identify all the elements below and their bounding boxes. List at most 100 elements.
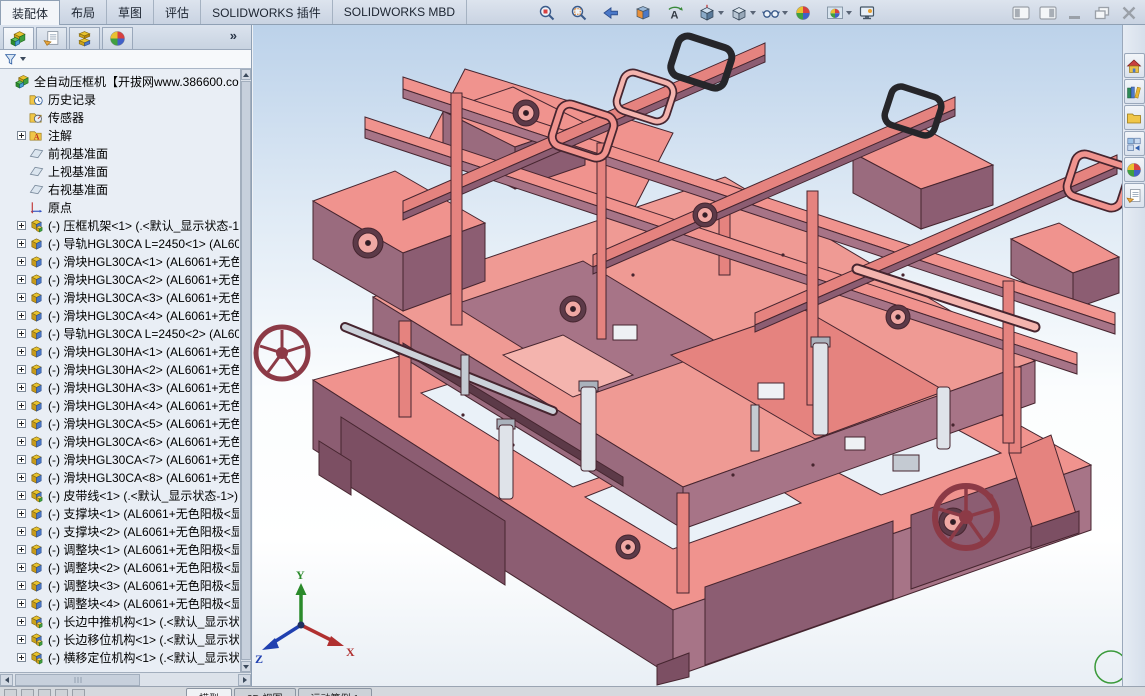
expand-toggle-icon[interactable] <box>17 257 26 266</box>
expand-toggle-icon[interactable] <box>17 635 26 644</box>
tree-item[interactable]: (-) 导轨HGL30CA L=2450<1> (AL60 <box>3 234 239 252</box>
tree-item[interactable]: (-) 滑块HGL30CA<2> (AL6061+无色 <box>3 270 239 288</box>
tree-item[interactable]: (-) 滑块HGL30CA<1> (AL6061+无色 <box>3 252 239 270</box>
heads-up-button[interactable] <box>599 1 631 24</box>
expand-toggle-icon[interactable] <box>17 311 26 320</box>
tree-item[interactable]: (-) 调整块<2> (AL6061+无色阳极<显 <box>3 558 239 576</box>
heads-up-button[interactable] <box>855 1 887 24</box>
expand-toggle-icon[interactable] <box>17 545 26 554</box>
heads-up-button[interactable] <box>695 1 727 24</box>
scroll-down-button[interactable] <box>241 661 251 672</box>
ribbon-tab[interactable]: SOLIDWORKS MBD <box>333 0 467 24</box>
file-explorer-button[interactable] <box>1124 105 1145 130</box>
tab-scroll-first[interactable] <box>21 689 34 696</box>
expand-toggle-icon[interactable] <box>17 347 26 356</box>
panel-expand-chevron[interactable]: » <box>230 28 237 43</box>
propertymanager-tab[interactable] <box>36 27 67 49</box>
tree-item[interactable]: (-) 滑块HGL30CA<8> (AL6061+无色 <box>3 468 239 486</box>
scroll-right-button[interactable] <box>238 674 251 686</box>
heads-up-button[interactable] <box>535 1 567 24</box>
dropdown-caret-icon[interactable] <box>718 11 724 15</box>
configurationmanager-tab[interactable] <box>69 27 100 49</box>
heads-up-button[interactable] <box>567 1 599 24</box>
tree-item[interactable]: (-) 滑块HGL30CA<5> (AL6061+无色 <box>3 414 239 432</box>
heads-up-button[interactable] <box>823 1 855 24</box>
tree-item[interactable]: 历史记录 <box>3 90 239 108</box>
expand-toggle-icon[interactable] <box>17 455 26 464</box>
view-palette-button[interactable] <box>1124 131 1145 156</box>
tree-item[interactable]: (-) 调整块<4> (AL6061+无色阳极<显 <box>3 594 239 612</box>
expand-toggle-icon[interactable] <box>17 527 26 536</box>
minimize-button[interactable] <box>1065 5 1085 21</box>
dropdown-caret-icon[interactable] <box>750 11 756 15</box>
scroll-up-button[interactable] <box>241 69 251 80</box>
expand-toggle-icon[interactable] <box>17 239 26 248</box>
graphics-viewport[interactable]: Y X Z <box>253 25 1122 686</box>
appearances-tab[interactable] <box>102 27 133 49</box>
expand-toggle-icon[interactable] <box>17 563 26 572</box>
tree-item[interactable]: (-) 支撑块<2> (AL6061+无色阳极<显 <box>3 522 239 540</box>
cad-model-canvas[interactable]: Y X Z <box>253 25 1122 686</box>
featuremanager-tab[interactable] <box>3 27 34 49</box>
expand-toggle-icon[interactable] <box>17 365 26 374</box>
tab-scroll-next[interactable] <box>55 689 68 696</box>
tree-item[interactable]: (-) 滑块HGL30HA<1> (AL6061+无色 <box>3 342 239 360</box>
tree-item[interactable]: 前视基准面 <box>3 144 239 162</box>
tree-item[interactable]: 上视基准面 <box>3 162 239 180</box>
expand-toggle-icon[interactable] <box>17 617 26 626</box>
heads-up-button[interactable] <box>663 1 695 24</box>
expand-toggle-icon[interactable] <box>17 401 26 410</box>
horizontal-scroll-thumb[interactable] <box>15 674 140 686</box>
document-tab[interactable]: 3D 视图 <box>234 688 296 696</box>
tab-scroll-prev[interactable] <box>38 689 51 696</box>
ribbon-tab[interactable]: 草图 <box>107 0 154 24</box>
ribbon-tab[interactable]: SOLIDWORKS 插件 <box>201 0 333 24</box>
tree-item[interactable]: (-) 压框机架<1> (.<默认_显示状态-1> <box>3 216 239 234</box>
tree-vertical-scrollbar[interactable] <box>240 69 251 672</box>
tree-item[interactable]: (-) 支撑块<1> (AL6061+无色阳极<显 <box>3 504 239 522</box>
expand-toggle-icon[interactable] <box>17 491 26 500</box>
design-library-button[interactable] <box>1124 79 1145 104</box>
close-button[interactable] <box>1119 5 1139 21</box>
tab-scroll-last[interactable] <box>72 689 85 696</box>
heads-up-button[interactable] <box>727 1 759 24</box>
tree-item[interactable]: 右视基准面 <box>3 180 239 198</box>
document-tab[interactable]: 运动算例 1 <box>298 688 372 696</box>
expand-toggle-icon[interactable] <box>17 293 26 302</box>
tree-item[interactable]: (-) 滑块HGL30CA<7> (AL6061+无色 <box>3 450 239 468</box>
restore-button[interactable] <box>1092 5 1112 21</box>
tree-item[interactable]: (-) 滑块HGL30HA<2> (AL6061+无色 <box>3 360 239 378</box>
scroll-left-button[interactable] <box>0 674 13 686</box>
tree-item[interactable]: (-) 滑块HGL30CA<6> (AL6061+无色 <box>3 432 239 450</box>
tree-item[interactable]: (-) 长边中推机构<1> (.<默认_显示状 <box>3 612 239 630</box>
ribbon-tab[interactable]: 装配体 <box>0 0 60 25</box>
expand-toggle-icon[interactable] <box>17 599 26 608</box>
expand-toggle-icon[interactable] <box>17 581 26 590</box>
tree-item[interactable]: 注解 <box>3 126 239 144</box>
tree-item[interactable]: (-) 调整块<1> (AL6061+无色阳极<显 <box>3 540 239 558</box>
orientation-triad[interactable]: Y X Z <box>255 568 355 666</box>
expand-toggle-icon[interactable] <box>17 419 26 428</box>
tree-item[interactable]: (-) 调整块<3> (AL6061+无色阳极<显 <box>3 576 239 594</box>
splitter-handle[interactable] <box>4 689 17 696</box>
heads-up-button[interactable] <box>759 1 791 24</box>
tree-item[interactable]: (-) 滑块HGL30HA<3> (AL6061+无色 <box>3 378 239 396</box>
filter-funnel-icon[interactable] <box>4 53 17 66</box>
expand-toggle-icon[interactable] <box>17 509 26 518</box>
heads-up-button[interactable] <box>631 1 663 24</box>
vertical-scroll-thumb[interactable] <box>241 81 251 660</box>
tree-item[interactable]: (-) 滑块HGL30HA<4> (AL6061+无色 <box>3 396 239 414</box>
ribbon-tab[interactable]: 评估 <box>154 0 201 24</box>
handwheel-left[interactable] <box>256 327 308 379</box>
pane-left-button[interactable] <box>1011 5 1031 21</box>
expand-toggle-icon[interactable] <box>17 131 26 140</box>
dropdown-caret-icon[interactable] <box>846 11 852 15</box>
tree-item[interactable]: 传感器 <box>3 108 239 126</box>
tree-item[interactable]: (-) 长边移位机构<1> (.<默认_显示状 <box>3 630 239 648</box>
tree-item[interactable]: (-) 滑块HGL30CA<3> (AL6061+无色 <box>3 288 239 306</box>
tree-item[interactable]: (-) 横移定位机构<1> (.<默认_显示状 <box>3 648 239 666</box>
tree-item[interactable]: (-) 滑块HGL30CA<4> (AL6061+无色 <box>3 306 239 324</box>
expand-toggle-icon[interactable] <box>17 329 26 338</box>
expand-toggle-icon[interactable] <box>17 437 26 446</box>
expand-toggle-icon[interactable] <box>17 221 26 230</box>
